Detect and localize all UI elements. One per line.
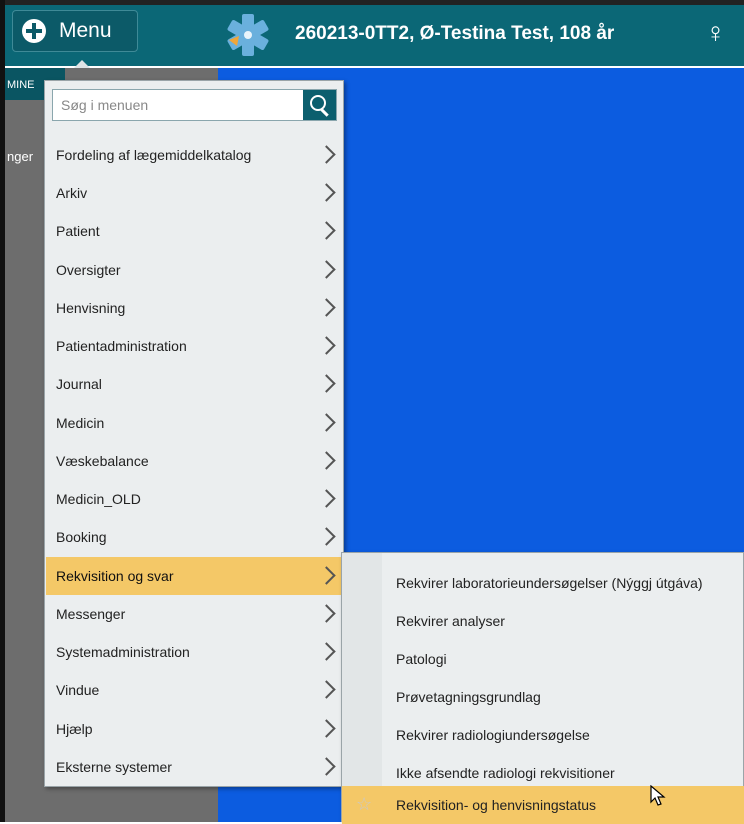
menu-item-label: Henvisning bbox=[56, 300, 126, 316]
menu-item-patientadministration[interactable]: Patientadministration bbox=[46, 327, 343, 365]
menu-item-label: Journal bbox=[56, 376, 102, 392]
female-icon: ♀ bbox=[705, 17, 726, 48]
menu-button-label: Menu bbox=[59, 19, 112, 42]
menu-item-label: Eksterne systemer bbox=[56, 759, 172, 775]
chevron-right-icon bbox=[317, 489, 336, 508]
star-of-life-icon bbox=[227, 14, 269, 56]
search-button[interactable] bbox=[303, 90, 336, 120]
menu-item-messenger[interactable]: Messenger bbox=[46, 595, 343, 633]
submenu-item-label: Rekvirer laboratorieundersøgelser (Nýggj… bbox=[396, 575, 703, 591]
menu-item-label: Arkiv bbox=[56, 185, 88, 201]
menu-item-label: Rekvisition og svar bbox=[56, 568, 174, 584]
chevron-right-icon bbox=[317, 566, 336, 585]
submenu-item-patologi[interactable]: Patologi bbox=[342, 640, 744, 678]
menu-item-label: Medicin bbox=[56, 415, 105, 431]
chevron-right-icon bbox=[317, 680, 336, 699]
menu-item-vaeskebalance[interactable]: Væskebalance bbox=[46, 442, 343, 480]
menu-item-booking[interactable]: Booking bbox=[46, 518, 343, 556]
chevron-right-icon bbox=[317, 642, 336, 661]
chevron-right-icon bbox=[317, 604, 336, 623]
submenu-item-proevetagningsgrundlag[interactable]: Prøvetagningsgrundlag bbox=[342, 678, 744, 716]
submenu-item-label: Rekvirer analyser bbox=[396, 613, 505, 629]
chevron-right-icon bbox=[317, 413, 336, 432]
app-header: Menu 260213-0TT2, Ø-Testina Test, 108 år… bbox=[5, 5, 744, 66]
submenu-item-rekvirer-analyser[interactable]: Rekvirer analyser bbox=[342, 602, 744, 640]
menu-item-journal[interactable]: Journal bbox=[46, 365, 343, 403]
chevron-right-icon bbox=[317, 719, 336, 738]
menu-item-henvisning[interactable]: Henvisning bbox=[46, 289, 343, 327]
menu-item-label: Oversigter bbox=[56, 262, 121, 278]
menu-item-vindue[interactable]: Vindue bbox=[46, 671, 343, 709]
menu-item-label: Vindue bbox=[56, 682, 100, 698]
menu-item-eksterne-systemer[interactable]: Eksterne systemer bbox=[46, 748, 343, 786]
menu-item-label: Messenger bbox=[56, 606, 126, 622]
menu-item-label: Hjælp bbox=[56, 721, 93, 737]
mouse-cursor-icon bbox=[650, 785, 666, 806]
patient-info: 260213-0TT2, Ø-Testina Test, 108 år bbox=[295, 23, 615, 44]
left-panel-side-label: nger bbox=[7, 149, 34, 164]
chevron-right-icon bbox=[317, 374, 336, 393]
menu-search-box bbox=[52, 89, 337, 121]
chevron-right-icon bbox=[317, 260, 336, 279]
menu-item-hjaelp[interactable]: Hjælp bbox=[46, 710, 343, 748]
menu-item-label: Væskebalance bbox=[56, 453, 149, 469]
menu-item-patient[interactable]: Patient bbox=[46, 212, 343, 250]
chevron-right-icon bbox=[317, 451, 336, 470]
menu-item-label: Fordeling af lægemiddelkatalog bbox=[56, 147, 252, 163]
menu-item-label: Systemadministration bbox=[56, 644, 190, 660]
submenu-item-henvisningstatus[interactable]: ☆ Rekvisition- og henvisningstatus bbox=[342, 786, 744, 824]
chevron-right-icon bbox=[317, 183, 336, 202]
menu-item-label: Medicin_OLD bbox=[56, 491, 141, 507]
submenu-item-label: Rekvisition- og henvisningstatus bbox=[396, 797, 596, 813]
submenu-item-label: Prøvetagningsgrundlag bbox=[396, 689, 541, 705]
submenu-item-label: Patologi bbox=[396, 651, 447, 667]
menu-item-label: Booking bbox=[56, 529, 107, 545]
chevron-right-icon bbox=[317, 336, 336, 355]
chevron-right-icon bbox=[317, 527, 336, 546]
menu-item-label: Patientadministration bbox=[56, 338, 187, 354]
chevron-right-icon bbox=[317, 298, 336, 317]
menu-item-label: Patient bbox=[56, 223, 100, 239]
menu-item-rekvisition-og-svar[interactable]: Rekvisition og svar bbox=[46, 557, 343, 595]
menu-item-medicin[interactable]: Medicin bbox=[46, 404, 343, 442]
star-icon[interactable]: ☆ bbox=[356, 794, 372, 815]
menu-item-systemadministration[interactable]: Systemadministration bbox=[46, 633, 343, 671]
menu-item-medicin-old[interactable]: Medicin_OLD bbox=[46, 480, 343, 518]
plus-circle-icon bbox=[22, 19, 46, 43]
submenu-item-rekvirer-radiologi[interactable]: Rekvirer radiologiundersøgelse bbox=[342, 716, 744, 754]
chevron-right-icon bbox=[317, 757, 336, 776]
menu-item-fordeling[interactable]: Fordeling af lægemiddelkatalog bbox=[46, 136, 343, 174]
left-panel-label: MINE bbox=[7, 79, 35, 91]
submenu-item-label: Ikke afsendte radiologi rekvisitioner bbox=[396, 765, 615, 781]
main-dropdown-menu: Fordeling af lægemiddelkatalog Arkiv Pat… bbox=[44, 80, 344, 787]
menu-item-oversigter[interactable]: Oversigter bbox=[46, 251, 343, 289]
menu-item-arkiv[interactable]: Arkiv bbox=[46, 174, 343, 212]
menu-button[interactable]: Menu bbox=[12, 10, 138, 52]
submenu-rekvisition: Rekvirer laboratorieundersøgelser (Nýggj… bbox=[341, 552, 744, 824]
submenu-item-rekvirer-laboratorie[interactable]: Rekvirer laboratorieundersøgelser (Nýggj… bbox=[342, 564, 744, 602]
menu-search-input[interactable] bbox=[53, 90, 303, 120]
submenu-item-label: Rekvirer radiologiundersøgelse bbox=[396, 727, 590, 743]
chevron-right-icon bbox=[317, 221, 336, 240]
chevron-right-icon bbox=[317, 145, 336, 164]
